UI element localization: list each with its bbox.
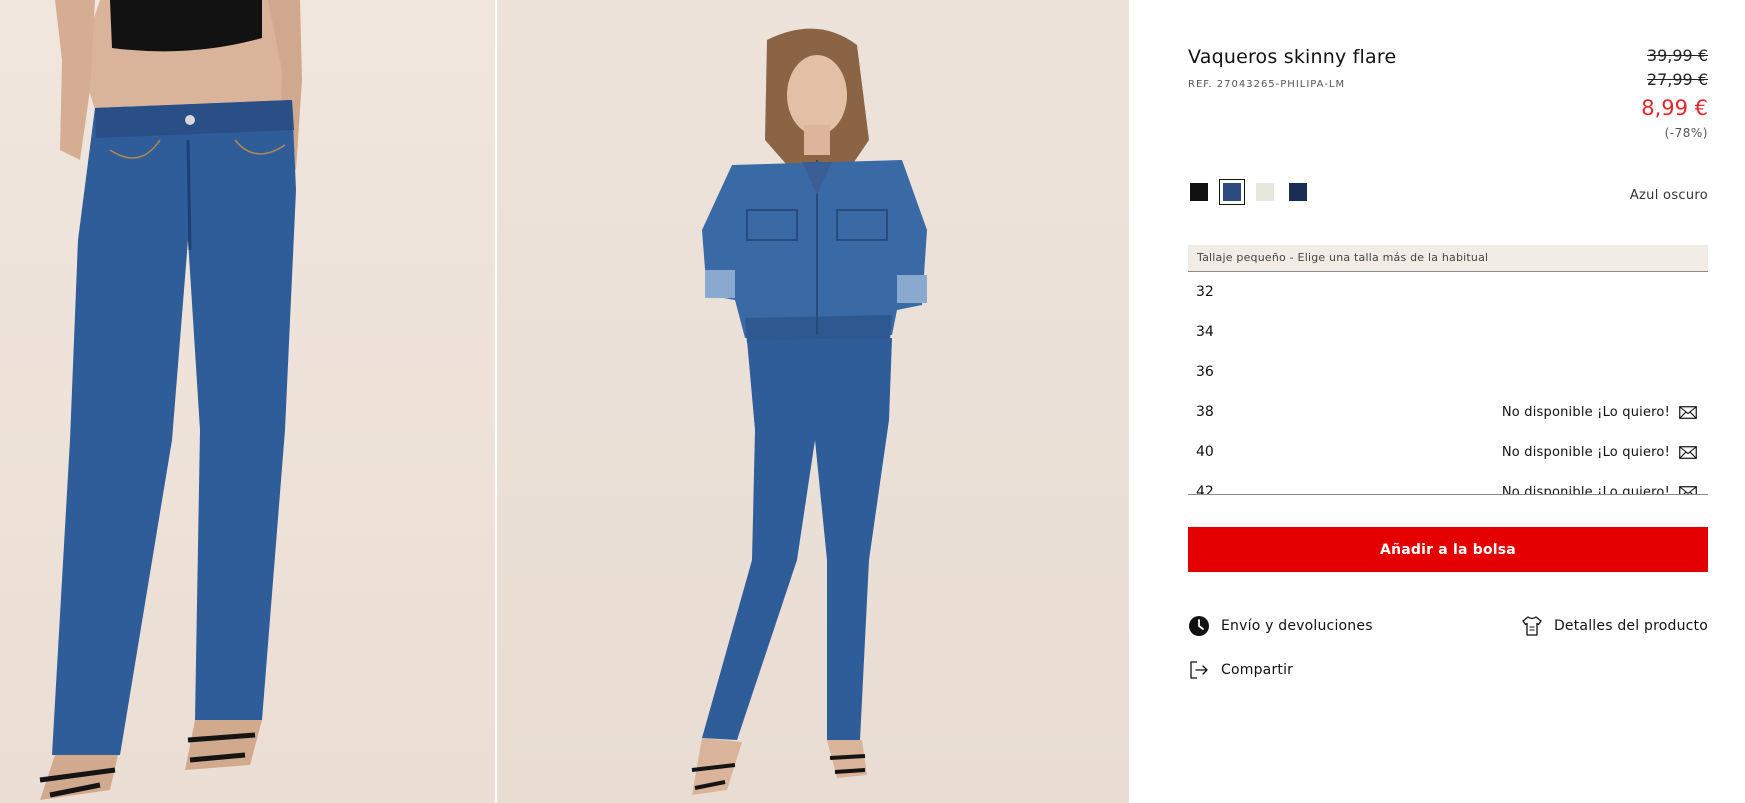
unavailable-text: No disponible ¡Lo quiero! xyxy=(1501,484,1670,495)
size-selector[interactable]: Tallaje pequeño - Elige una talla más de… xyxy=(1188,245,1708,495)
shipping-returns-link[interactable]: Envío y devoluciones xyxy=(1188,615,1373,637)
size-option[interactable]: 40 No disponible ¡Lo quiero! xyxy=(1188,432,1708,472)
unavailable-text: No disponible ¡Lo quiero! xyxy=(1501,404,1670,420)
size-option[interactable]: 36 xyxy=(1188,352,1708,392)
color-swatches xyxy=(1188,179,1309,205)
color-swatch-off-white[interactable] xyxy=(1254,181,1276,203)
product-details-link[interactable]: Detalles del producto xyxy=(1521,615,1708,637)
swatch-chip xyxy=(1223,183,1241,201)
size-label: 40 xyxy=(1196,444,1214,460)
size-label: 38 xyxy=(1196,404,1214,420)
notify-me-link[interactable]: No disponible ¡Lo quiero! xyxy=(1501,484,1697,495)
envelope-icon xyxy=(1679,445,1697,459)
color-swatch-black[interactable] xyxy=(1188,181,1210,203)
notify-me-link[interactable]: No disponible ¡Lo quiero! xyxy=(1502,405,1697,420)
size-label: 42 xyxy=(1196,484,1214,495)
swatch-chip xyxy=(1256,183,1274,201)
size-label: 32 xyxy=(1196,284,1214,300)
size-label: 36 xyxy=(1196,364,1214,380)
swatch-chip xyxy=(1289,183,1307,201)
color-swatch-navy[interactable] xyxy=(1287,181,1309,203)
selected-color-name: Azul oscuro xyxy=(1629,188,1708,203)
product-info-panel: Vaqueros skinny flare REF. 27043265-PHIL… xyxy=(1129,0,1745,803)
product-title: Vaqueros skinny flare xyxy=(1188,46,1397,68)
product-gallery xyxy=(0,0,1129,803)
add-to-bag-button[interactable]: Añadir a la bolsa xyxy=(1188,527,1708,572)
previous-sale-price: 27,99 € xyxy=(1646,70,1708,89)
share-link[interactable]: Compartir xyxy=(1188,659,1293,681)
current-price: 8,99 € xyxy=(1641,96,1708,120)
size-option[interactable]: 32 xyxy=(1188,272,1708,312)
size-fit-notice: Tallaje pequeño - Elige una talla más de… xyxy=(1188,245,1708,272)
size-label: 34 xyxy=(1196,324,1214,340)
share-icon xyxy=(1190,661,1208,679)
price-block: 39,99 € 27,99 € 8,99 € (-78%) xyxy=(1641,44,1708,143)
product-details-label: Detalles del producto xyxy=(1553,618,1708,634)
envelope-icon xyxy=(1679,405,1697,419)
size-option[interactable]: 38 No disponible ¡Lo quiero! xyxy=(1188,392,1708,432)
original-price: 39,99 € xyxy=(1646,46,1708,65)
model-full-look-illustration xyxy=(691,28,927,795)
product-photo-detail[interactable] xyxy=(0,0,495,803)
unavailable-text: No disponible ¡Lo quiero! xyxy=(1501,444,1670,460)
share-label: Compartir xyxy=(1221,662,1294,678)
clock-icon xyxy=(1189,616,1209,636)
size-option[interactable]: 42 No disponible ¡Lo quiero! xyxy=(1188,472,1708,495)
product-photo-full-look[interactable] xyxy=(497,0,1129,803)
jeans-detail-illustration xyxy=(39,0,302,800)
color-swatch-dark-blue[interactable] xyxy=(1219,179,1245,205)
envelope-icon xyxy=(1679,485,1697,494)
tshirt-icon xyxy=(1522,616,1542,636)
discount-percentage: (-78%) xyxy=(1664,126,1708,140)
swatch-chip xyxy=(1190,183,1208,201)
product-reference: REF. 27043265-PHILIPA-LM xyxy=(1188,79,1346,90)
size-option[interactable]: 34 xyxy=(1188,312,1708,352)
notify-me-link[interactable]: No disponible ¡Lo quiero! xyxy=(1502,445,1697,460)
shipping-returns-label: Envío y devoluciones xyxy=(1221,618,1373,634)
